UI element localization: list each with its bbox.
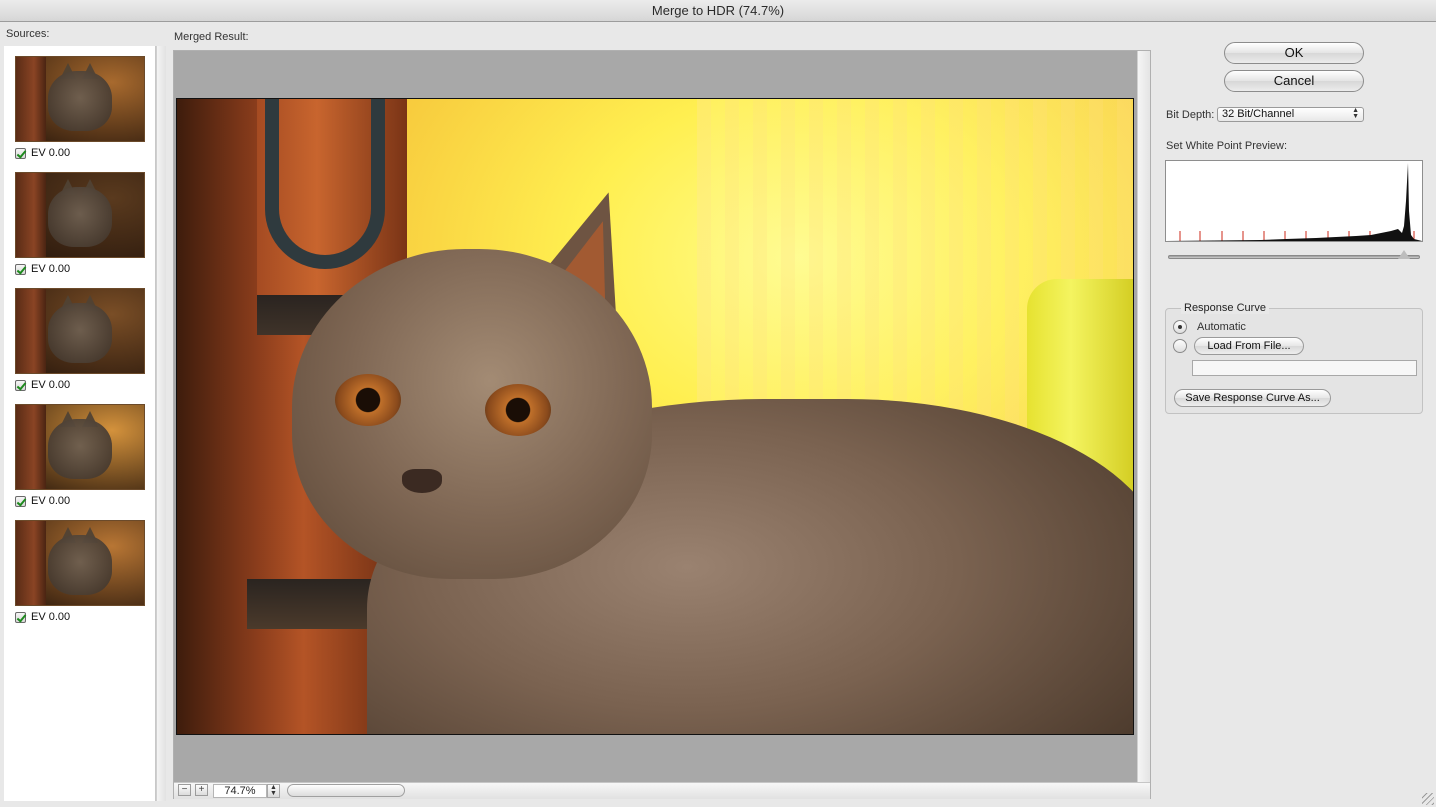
cancel-button[interactable]: Cancel [1224,70,1364,92]
load-from-file-radio[interactable] [1173,339,1187,353]
merged-result-label: Merged Result: [174,31,249,43]
source-checkbox[interactable] [15,495,26,507]
source-ev-row: EV 0.00 [15,611,147,623]
merged-preview-image[interactable] [176,98,1134,735]
thumbnail-cat [48,303,112,363]
image-cat-eye-right [485,384,551,436]
horizontal-scroll-thumb[interactable] [287,784,405,797]
ok-button[interactable]: OK [1224,42,1364,64]
save-response-curve-button[interactable]: Save Response Curve As... [1174,389,1331,407]
thumbnail-wood [16,57,46,141]
white-point-slider-track[interactable] [1168,255,1420,259]
bit-depth-label: Bit Depth: [1166,109,1215,121]
source-ev-label: EV 0.00 [31,147,71,159]
source-ev-label: EV 0.00 [31,263,71,275]
resize-grip-icon[interactable] [1422,793,1434,805]
automatic-label: Automatic [1197,321,1246,333]
image-cat-nose [402,469,442,493]
source-ev-label: EV 0.00 [31,495,71,507]
thumbnail-cat [48,535,112,595]
white-point-slider-handle[interactable] [1398,250,1410,259]
source-item[interactable]: EV 0.00 [15,172,147,275]
sources-label: Sources: [6,28,50,40]
stepper-down-icon: ▼ [270,790,277,797]
load-from-file-button[interactable]: Load From File... [1194,337,1304,355]
source-ev-row: EV 0.00 [15,495,147,507]
zoom-in-button[interactable]: + [195,784,208,796]
plus-icon: + [198,784,205,795]
source-thumbnail[interactable] [15,288,145,374]
bit-depth-select[interactable]: 32 Bit/Channel ▲ ▼ [1217,107,1364,122]
response-curve-title: Response Curve [1181,302,1269,314]
window-title: Merge to HDR (74.7%) [0,0,1436,22]
sources-scrollbar[interactable] [156,46,166,801]
source-thumbnail[interactable] [15,172,145,258]
source-checkbox[interactable] [15,379,26,391]
response-curve-path-field[interactable] [1192,360,1417,376]
histogram-graph [1166,163,1422,241]
white-point-histogram [1165,160,1423,242]
source-ev-row: EV 0.00 [15,263,147,275]
source-checkbox[interactable] [15,147,26,159]
thumbnail-wood [16,405,46,489]
source-item[interactable]: EV 0.00 [15,520,147,623]
source-thumbnail[interactable] [15,404,145,490]
image-cat-eye-left [335,374,401,426]
source-ev-label: EV 0.00 [31,379,71,391]
source-ev-label: EV 0.00 [31,611,71,623]
image-iron-bracket [265,99,385,269]
minus-icon: − [181,784,188,795]
source-ev-row: EV 0.00 [15,147,147,159]
white-point-label: Set White Point Preview: [1166,140,1288,152]
merged-vertical-scrollbar[interactable] [1137,51,1150,782]
sources-list: EV 0.00 EV 0.00 EV 0.00 EV 0.00 EV 0.00 [4,46,156,801]
source-thumbnail[interactable] [15,56,145,142]
zoom-stepper[interactable]: ▲ ▼ [267,784,280,798]
source-item[interactable]: EV 0.00 [15,56,147,159]
automatic-radio[interactable] [1173,320,1187,334]
bit-depth-value: 32 Bit/Channel [1222,108,1295,120]
thumbnail-cat [48,187,112,247]
thumbnail-wood [16,521,46,605]
source-item[interactable]: EV 0.00 [15,288,147,391]
thumbnail-wood [16,289,46,373]
thumbnail-cat [48,419,112,479]
source-checkbox[interactable] [15,611,26,623]
source-ev-row: EV 0.00 [15,379,147,391]
thumbnail-wood [16,173,46,257]
zoom-out-button[interactable]: − [178,784,191,796]
thumbnail-cat [48,71,112,131]
select-arrows-icon: ▲ ▼ [1352,107,1359,120]
source-thumbnail[interactable] [15,520,145,606]
zoom-field[interactable]: 74.7% [213,784,267,798]
source-checkbox[interactable] [15,263,26,275]
source-item[interactable]: EV 0.00 [15,404,147,507]
